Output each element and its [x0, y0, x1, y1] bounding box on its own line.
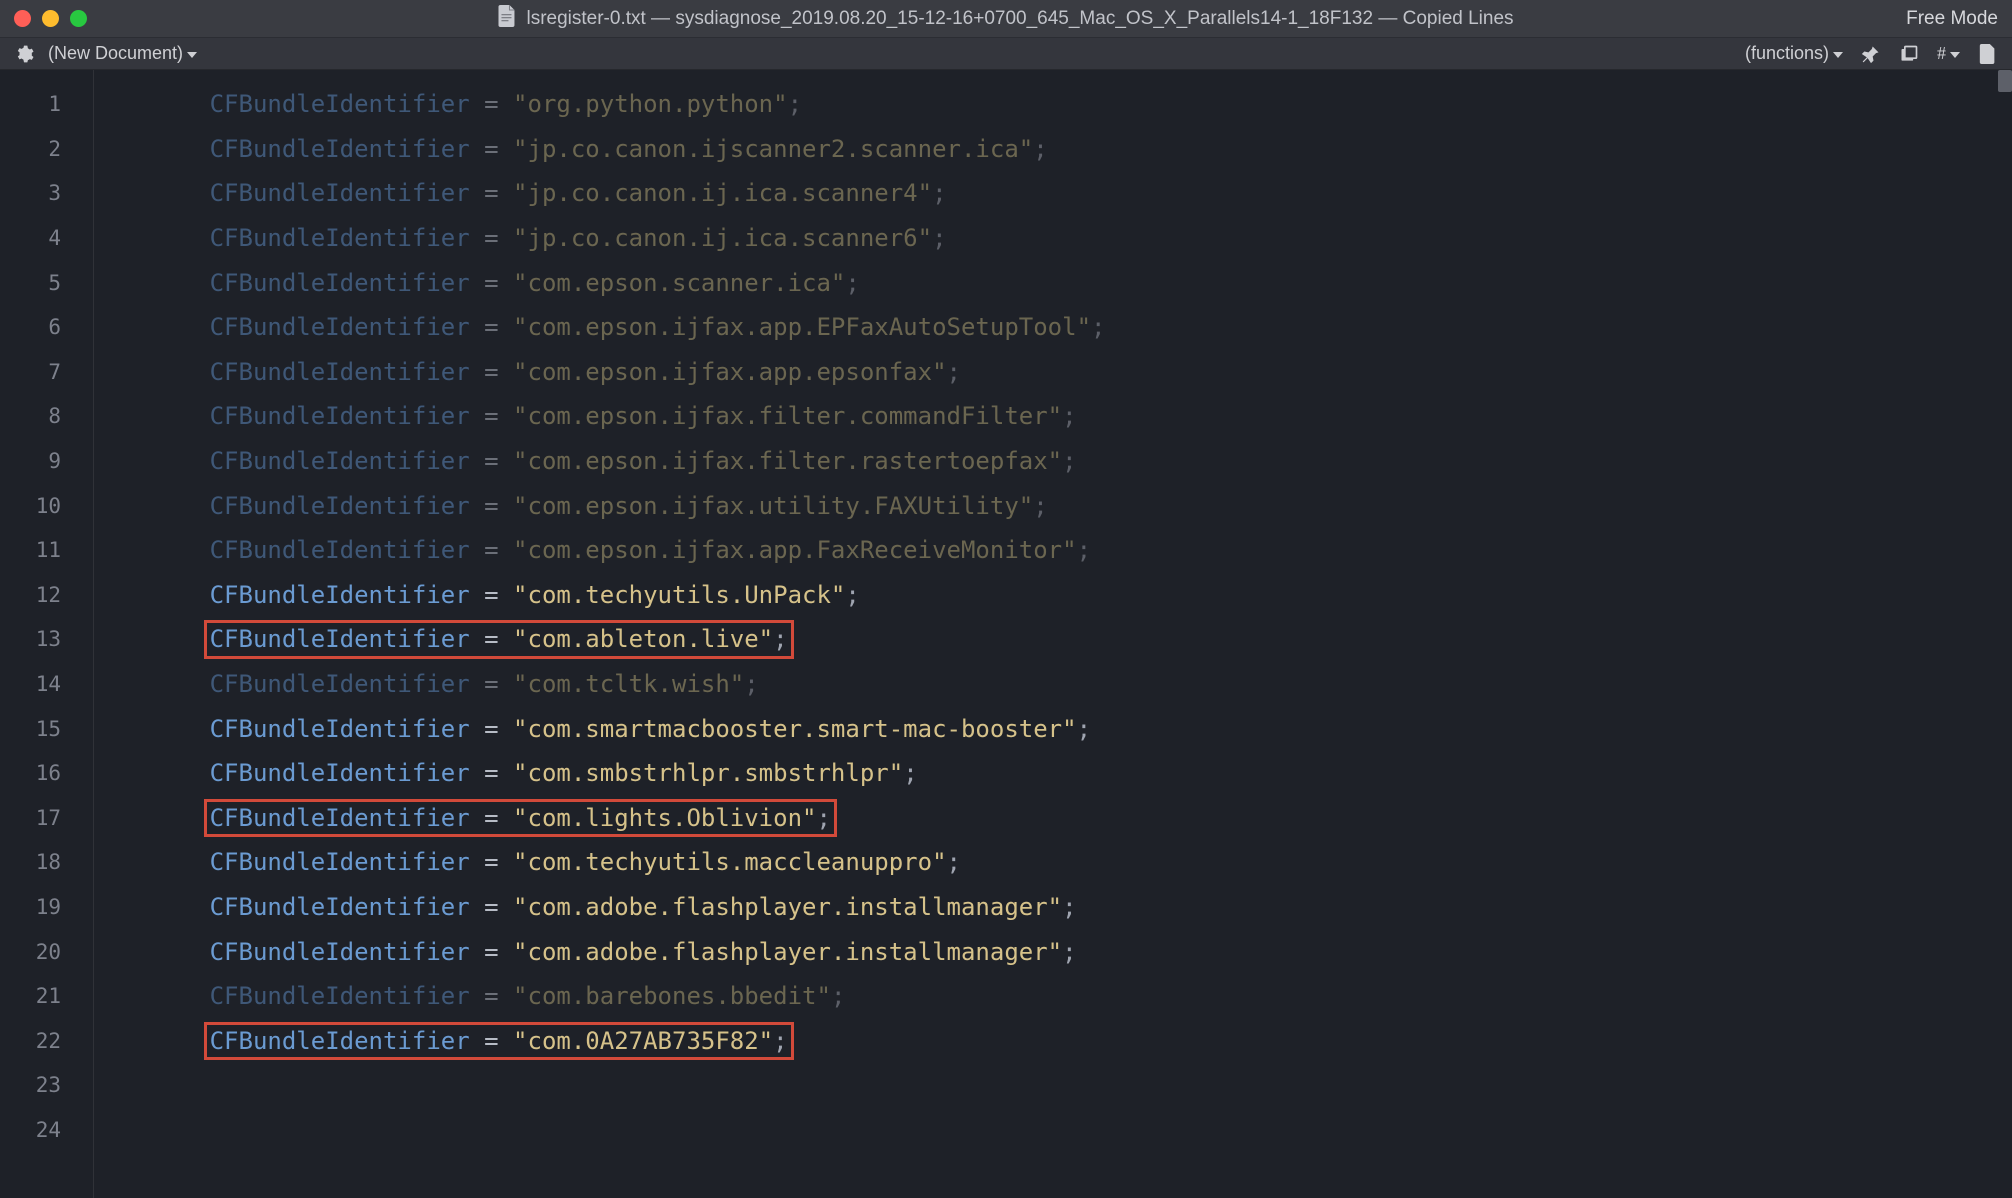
code-area[interactable]: CFBundleIdentifier = "org.python.python"…	[94, 70, 2012, 1198]
line-number: 4	[0, 216, 93, 261]
line-number: 15	[0, 706, 93, 751]
functions-popup[interactable]: (functions)	[1745, 43, 1843, 64]
line-number: 7	[0, 350, 93, 395]
code-line: CFBundleIdentifier = "com.smartmacbooste…	[94, 706, 2012, 751]
new-document-label: (New Document)	[48, 43, 183, 64]
code-line: CFBundleIdentifier = "com.lights.Oblivio…	[94, 796, 2012, 841]
line-number: 12	[0, 573, 93, 618]
line-number: 17	[0, 796, 93, 841]
code-line: CFBundleIdentifier = "com.ableton.live";	[94, 617, 2012, 662]
line-number: 5	[0, 260, 93, 305]
line-number: 22	[0, 1018, 93, 1063]
code-line: CFBundleIdentifier = "jp.co.canon.ij.ica…	[94, 171, 2012, 216]
code-line: CFBundleIdentifier = "com.0A27AB735F82";	[94, 1018, 2012, 1063]
hash-popup[interactable]: #	[1937, 43, 1960, 64]
gear-icon[interactable]	[14, 44, 34, 64]
code-line: CFBundleIdentifier = "jp.co.canon.ij.ica…	[94, 216, 2012, 261]
window-close-button[interactable]	[14, 10, 31, 27]
chevron-down-icon	[1950, 52, 1960, 58]
window-title-text: lsregister-0.txt — sysdiagnose_2019.08.2…	[526, 8, 1513, 30]
code-line: CFBundleIdentifier = "com.barebones.bbed…	[94, 974, 2012, 1019]
line-number: 21	[0, 974, 93, 1019]
document-icon[interactable]	[1978, 44, 1998, 64]
code-line: CFBundleIdentifier = "com.adobe.flashpla…	[94, 929, 2012, 974]
line-number: 10	[0, 483, 93, 528]
document-icon	[498, 5, 516, 33]
line-number-gutter: 123456789101112131415161718192021222324	[0, 70, 94, 1198]
line-number: 11	[0, 528, 93, 573]
code-line: CFBundleIdentifier = "com.epson.ijfax.fi…	[94, 394, 2012, 439]
code-line: CFBundleIdentifier = "com.epson.ijfax.ap…	[94, 528, 2012, 573]
line-number: 1	[0, 82, 93, 127]
line-number: 9	[0, 439, 93, 484]
code-line: CFBundleIdentifier = "com.epson.scanner.…	[94, 260, 2012, 305]
code-line: CFBundleIdentifier = "org.python.python"…	[94, 82, 2012, 127]
code-line: CFBundleIdentifier = "com.tcltk.wish";	[94, 662, 2012, 707]
traffic-lights	[14, 10, 87, 27]
functions-label: (functions)	[1745, 43, 1829, 64]
line-number: 19	[0, 885, 93, 930]
code-line: CFBundleIdentifier = "com.epson.ijfax.ap…	[94, 350, 2012, 395]
documents-stack-icon[interactable]	[1899, 44, 1919, 64]
chevron-down-icon	[187, 52, 197, 58]
line-number: 8	[0, 394, 93, 439]
line-number: 16	[0, 751, 93, 796]
code-line: CFBundleIdentifier = "com.adobe.flashpla…	[94, 885, 2012, 930]
free-mode-label: Free Mode	[1906, 8, 1998, 30]
code-line: CFBundleIdentifier = "com.epson.ijfax.fi…	[94, 439, 2012, 484]
editor-toolbar: (New Document) (functions) #	[0, 38, 2012, 70]
code-editor[interactable]: 123456789101112131415161718192021222324 …	[0, 70, 2012, 1198]
window-titlebar: lsregister-0.txt — sysdiagnose_2019.08.2…	[0, 0, 2012, 38]
code-line: CFBundleIdentifier = "com.epson.ijfax.ut…	[94, 483, 2012, 528]
code-line: CFBundleIdentifier = "jp.co.canon.ijscan…	[94, 127, 2012, 172]
code-line: CFBundleIdentifier = "com.techyutils.mac…	[94, 840, 2012, 885]
window-minimize-button[interactable]	[42, 10, 59, 27]
line-number: 6	[0, 305, 93, 350]
code-line	[94, 1108, 2012, 1153]
code-line: CFBundleIdentifier = "com.epson.ijfax.ap…	[94, 305, 2012, 350]
code-lines: CFBundleIdentifier = "org.python.python"…	[94, 82, 2012, 1152]
line-number: 2	[0, 127, 93, 172]
pin-icon[interactable]	[1861, 44, 1881, 64]
code-line: CFBundleIdentifier = "com.techyutils.UnP…	[94, 573, 2012, 618]
line-number: 14	[0, 662, 93, 707]
line-number: 18	[0, 840, 93, 885]
line-number: 3	[0, 171, 93, 216]
window-zoom-button[interactable]	[70, 10, 87, 27]
line-number: 13	[0, 617, 93, 662]
new-document-popup[interactable]: (New Document)	[48, 43, 197, 64]
code-line	[94, 1063, 2012, 1108]
code-line: CFBundleIdentifier = "com.smbstrhlpr.smb…	[94, 751, 2012, 796]
line-number: 20	[0, 929, 93, 974]
vertical-scrollbar[interactable]	[1998, 70, 2012, 92]
chevron-down-icon	[1833, 52, 1843, 58]
window-title: lsregister-0.txt — sysdiagnose_2019.08.2…	[498, 5, 1513, 33]
hash-icon: #	[1937, 43, 1946, 64]
line-number: 23	[0, 1063, 93, 1108]
line-number: 24	[0, 1108, 93, 1153]
